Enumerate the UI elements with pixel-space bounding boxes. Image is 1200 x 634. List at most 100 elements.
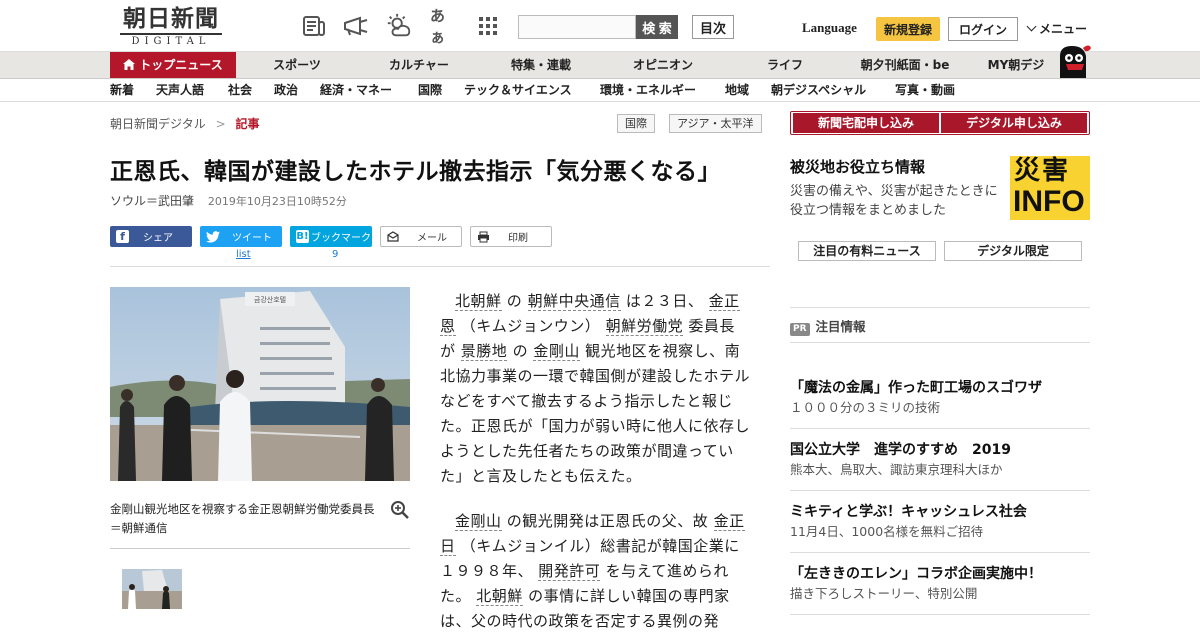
contents-button[interactable]: 目次 bbox=[692, 15, 734, 39]
font-size-icon[interactable]: あぁ bbox=[430, 7, 458, 46]
keyword-link[interactable]: 朝鮮労働党 bbox=[605, 317, 684, 336]
search-button[interactable]: 検 索 bbox=[636, 15, 678, 39]
print-icon bbox=[478, 231, 489, 242]
pr-item[interactable]: 「魔法の金属」作った町工場のスゴワザ １０００分の３ミリの技術 bbox=[790, 378, 1090, 418]
subnav-item[interactable]: 写真・動画 bbox=[895, 79, 955, 101]
nav-top-label: トップニュース bbox=[139, 58, 223, 72]
language-link[interactable]: Language bbox=[802, 20, 857, 36]
logo-main-text: 朝日新聞 bbox=[123, 5, 219, 32]
share-twitter-button[interactable]: ツイート bbox=[200, 226, 282, 247]
pr-item-subtitle: 熊本大、鳥取大、諏訪東京理科大ほか bbox=[790, 462, 1003, 477]
photo-thumbnail[interactable] bbox=[122, 569, 182, 609]
nav-item-paper[interactable]: 朝夕刊紙面・be bbox=[850, 52, 960, 78]
subnav-item[interactable]: 天声人語 bbox=[156, 79, 204, 101]
site-header: 朝日新聞 DIGITAL あぁ 検 索 目次 Language 新規登録 ログイ… bbox=[0, 0, 1200, 52]
newspaper-icon[interactable] bbox=[300, 12, 328, 40]
subnav-item[interactable]: 経済・マネー bbox=[320, 79, 392, 101]
share-facebook-label: シェア bbox=[143, 233, 173, 244]
mascot-icon[interactable] bbox=[1056, 42, 1092, 78]
pr-section-header: PR 注目情報 bbox=[790, 316, 866, 336]
share-facebook-button[interactable]: f シェア bbox=[110, 226, 192, 247]
subnav-item[interactable]: 政治 bbox=[274, 79, 298, 101]
breadcrumb-home[interactable]: 朝日新聞デジタル bbox=[110, 117, 206, 131]
keyword-link[interactable]: 開発許可 bbox=[538, 562, 601, 581]
divider bbox=[110, 548, 410, 549]
divider bbox=[790, 342, 1090, 343]
disaster-banner-top: 災害 bbox=[1014, 156, 1071, 186]
register-button[interactable]: 新規登録 bbox=[876, 17, 940, 41]
share-mail-button[interactable]: メール bbox=[380, 226, 462, 247]
tag-asia-pacific[interactable]: アジア・太平洋 bbox=[669, 114, 762, 133]
share-twitter-label: ツイート bbox=[232, 233, 272, 244]
tag-international[interactable]: 国際 bbox=[617, 114, 655, 133]
subnav-item[interactable]: 社会 bbox=[228, 79, 252, 101]
divider bbox=[110, 266, 770, 267]
nav-item-my[interactable]: MY朝デジ bbox=[976, 52, 1056, 78]
article-photo[interactable]: 금강산호텔 bbox=[110, 287, 410, 481]
hatena-count[interactable]: 9 bbox=[332, 249, 338, 260]
facebook-icon: f bbox=[116, 230, 129, 243]
subscribe-digital-button[interactable]: デジタル申し込み bbox=[941, 113, 1087, 133]
weather-icon[interactable] bbox=[385, 12, 413, 40]
megaphone-icon[interactable] bbox=[342, 12, 370, 40]
featured-paid-news-button[interactable]: 注目の有料ニュース bbox=[798, 241, 936, 261]
article-byline: ソウル＝武田肇 2019年10月23日10時52分 bbox=[110, 192, 347, 209]
pr-item[interactable]: 国公立大学 進学のすすめ 2019 熊本大、鳥取大、諏訪東京理科大ほか bbox=[790, 440, 1090, 480]
keyword-link[interactable]: 景勝地 bbox=[460, 342, 508, 361]
pr-item-title: 「魔法の金属」作った町工場のスゴワザ bbox=[790, 380, 1042, 396]
subnav-item[interactable]: 朝デジスペシャル bbox=[771, 79, 866, 101]
nav-item-sports[interactable]: スポーツ bbox=[252, 52, 342, 78]
breadcrumb-current: 記事 bbox=[235, 117, 260, 131]
article-author: ソウル＝武田肇 bbox=[110, 194, 195, 208]
pr-item-title: 国公立大学 進学のすすめ 2019 bbox=[790, 442, 1011, 458]
divider bbox=[790, 490, 1090, 491]
breadcrumb-separator: > bbox=[215, 117, 226, 131]
pr-item[interactable]: 「左ききのエレン」コラボ企画実施中！ 描き下ろしストーリー、特別公開 bbox=[790, 564, 1090, 604]
pr-item-subtitle: 描き下ろしストーリー、特別公開 bbox=[790, 586, 978, 601]
mail-icon bbox=[387, 231, 399, 242]
breadcrumb: 朝日新聞デジタル > 記事 bbox=[110, 115, 260, 132]
disaster-info-title[interactable]: 被災地お役立ち情報 bbox=[790, 156, 925, 177]
photo-caption: 金剛山観光地区を視察する金正恩朝鮮労働党委員長＝朝鮮通信 bbox=[110, 502, 375, 535]
subnav-item[interactable]: テック＆サイエンス bbox=[464, 79, 572, 101]
divider bbox=[790, 428, 1090, 429]
site-logo[interactable]: 朝日新聞 DIGITAL bbox=[112, 6, 230, 48]
digital-exclusive-button[interactable]: デジタル限定 bbox=[944, 241, 1082, 261]
subnav-item[interactable]: 地域 bbox=[725, 79, 749, 101]
paragraph-text: の bbox=[507, 342, 534, 360]
subnav-item[interactable]: 国際 bbox=[418, 79, 442, 101]
hatena-icon: B! bbox=[296, 230, 309, 243]
subnav-item[interactable]: 環境・エネルギー bbox=[600, 79, 696, 101]
nav-item-culture[interactable]: カルチャー bbox=[374, 52, 464, 78]
article-date: 2019年10月23日10時52分 bbox=[207, 195, 347, 208]
keyword-link[interactable]: 朝鮮中央通信 bbox=[527, 292, 621, 311]
zoom-icon[interactable] bbox=[390, 500, 410, 520]
pr-badge: PR bbox=[790, 323, 810, 336]
article-paragraph-1: 北朝鮮 の 朝鮮中央通信 は２３日、 金正恩 （キムジョンウン） 朝鮮労働党 委… bbox=[440, 289, 750, 489]
main-nav: トップニュース スポーツ カルチャー 特集・連載 オピニオン ライフ 朝夕刊紙面… bbox=[0, 52, 1200, 79]
subscribe-paper-button[interactable]: 新聞宅配申し込み bbox=[793, 113, 939, 133]
nav-top-news[interactable]: トップニュース bbox=[110, 52, 236, 78]
search-input[interactable] bbox=[518, 15, 636, 39]
paragraph-text: （キムジョンウン） bbox=[455, 317, 606, 335]
nav-item-life[interactable]: ライフ bbox=[740, 52, 830, 78]
share-hatena-button[interactable]: B! ブックマーク bbox=[290, 226, 372, 247]
disaster-banner-bottom: INFO bbox=[1013, 185, 1085, 218]
menu-button[interactable]: メニュー bbox=[1026, 20, 1087, 37]
print-label: 印刷 bbox=[508, 233, 528, 244]
twitter-count[interactable]: list bbox=[236, 249, 251, 260]
keyword-link[interactable]: 北朝鮮 bbox=[476, 587, 523, 606]
keyword-link[interactable]: 北朝鮮 bbox=[455, 292, 502, 311]
login-button[interactable]: ログイン bbox=[948, 17, 1018, 41]
pr-item[interactable]: ミキティと学ぶ！キャッシュレス社会 11月4日、1000名様を無料ご招待 bbox=[790, 502, 1090, 542]
nav-item-opinion[interactable]: オピニオン bbox=[618, 52, 708, 78]
nav-item-features[interactable]: 特集・連載 bbox=[496, 52, 586, 78]
keyword-link[interactable]: 金剛山 bbox=[455, 512, 502, 531]
sub-nav: 新着 天声人語 社会 政治 経済・マネー 国際 テック＆サイエンス 環境・エネル… bbox=[0, 79, 1200, 102]
print-button[interactable]: 印刷 bbox=[470, 226, 552, 247]
keyword-link[interactable]: 金剛山 bbox=[533, 342, 580, 361]
subnav-item[interactable]: 新着 bbox=[110, 79, 134, 101]
article-paragraph-2: 金剛山 の観光開発は正恩氏の父、故 金正日 （キムジョンイル）総書記が韓国企業に… bbox=[440, 509, 750, 634]
disaster-info-banner[interactable]: 災害 INFO bbox=[1010, 156, 1090, 220]
grid-icon[interactable] bbox=[474, 12, 502, 40]
